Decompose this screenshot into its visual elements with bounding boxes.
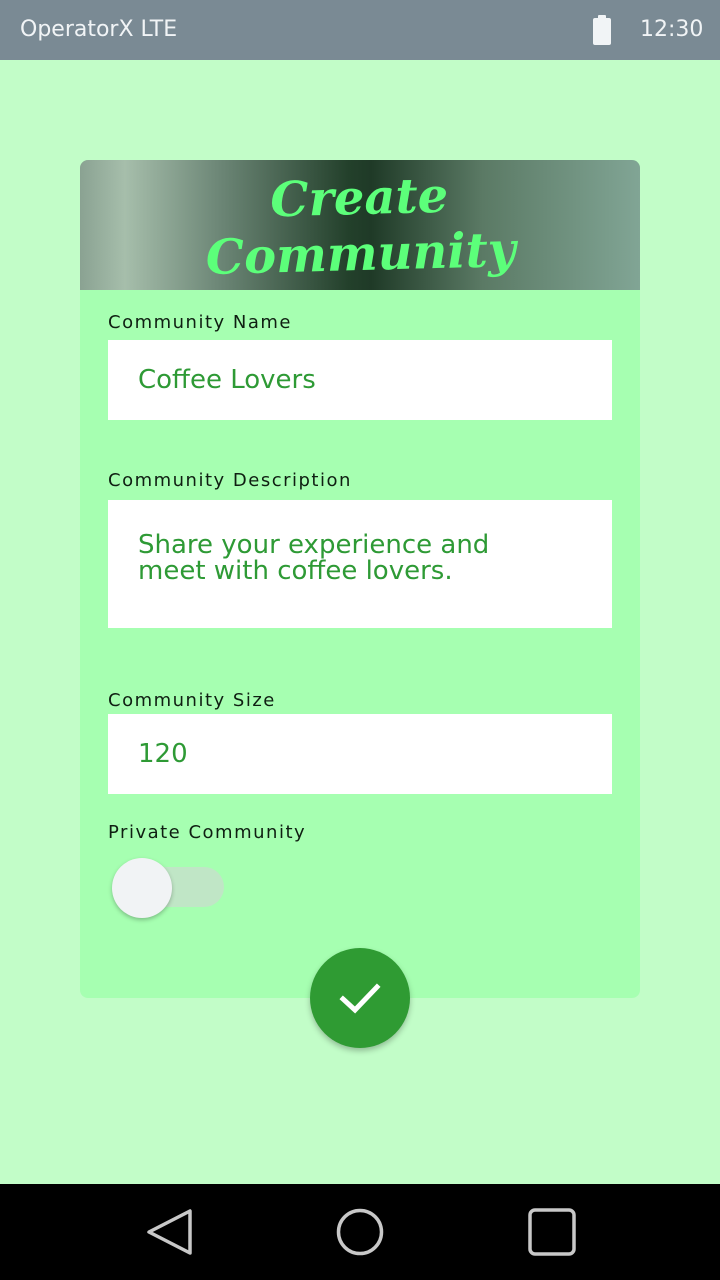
community-size-input[interactable]: 120	[108, 714, 612, 794]
community-size-label: Community Size	[108, 690, 276, 711]
submit-button[interactable]	[310, 948, 410, 1048]
toggle-thumb	[112, 858, 172, 918]
status-time: 12:30	[640, 17, 704, 42]
navigation-bar	[0, 1184, 720, 1280]
status-bar: OperatorX LTE 12:30	[0, 0, 720, 60]
carrier-name: OperatorX LTE	[20, 17, 178, 42]
card-header: Create Community	[80, 160, 640, 290]
community-description-input[interactable]: Share your experience and meet with coff…	[108, 500, 612, 628]
recent-apps-button[interactable]	[528, 1208, 576, 1256]
home-circle-icon	[336, 1208, 384, 1256]
battery-icon	[593, 15, 611, 45]
home-button[interactable]	[336, 1208, 384, 1256]
recent-apps-square-icon	[528, 1208, 576, 1256]
private-community-label: Private Community	[108, 822, 307, 843]
community-name-value: Coffee Lovers	[138, 365, 316, 395]
private-community-toggle[interactable]	[112, 858, 224, 918]
back-button[interactable]	[146, 1208, 194, 1256]
checkmark-icon	[339, 983, 381, 1014]
community-name-label: Community Name	[108, 312, 293, 333]
page-title: Create Community	[205, 167, 517, 287]
back-triangle-icon	[147, 1209, 192, 1255]
community-description-value: Share your experience and meet with coff…	[138, 530, 490, 586]
community-description-label: Community Description	[108, 470, 352, 491]
community-size-value: 120	[138, 739, 188, 769]
create-community-card: Create Community Community Name Coffee L…	[80, 160, 640, 998]
community-name-input[interactable]: Coffee Lovers	[108, 340, 612, 420]
